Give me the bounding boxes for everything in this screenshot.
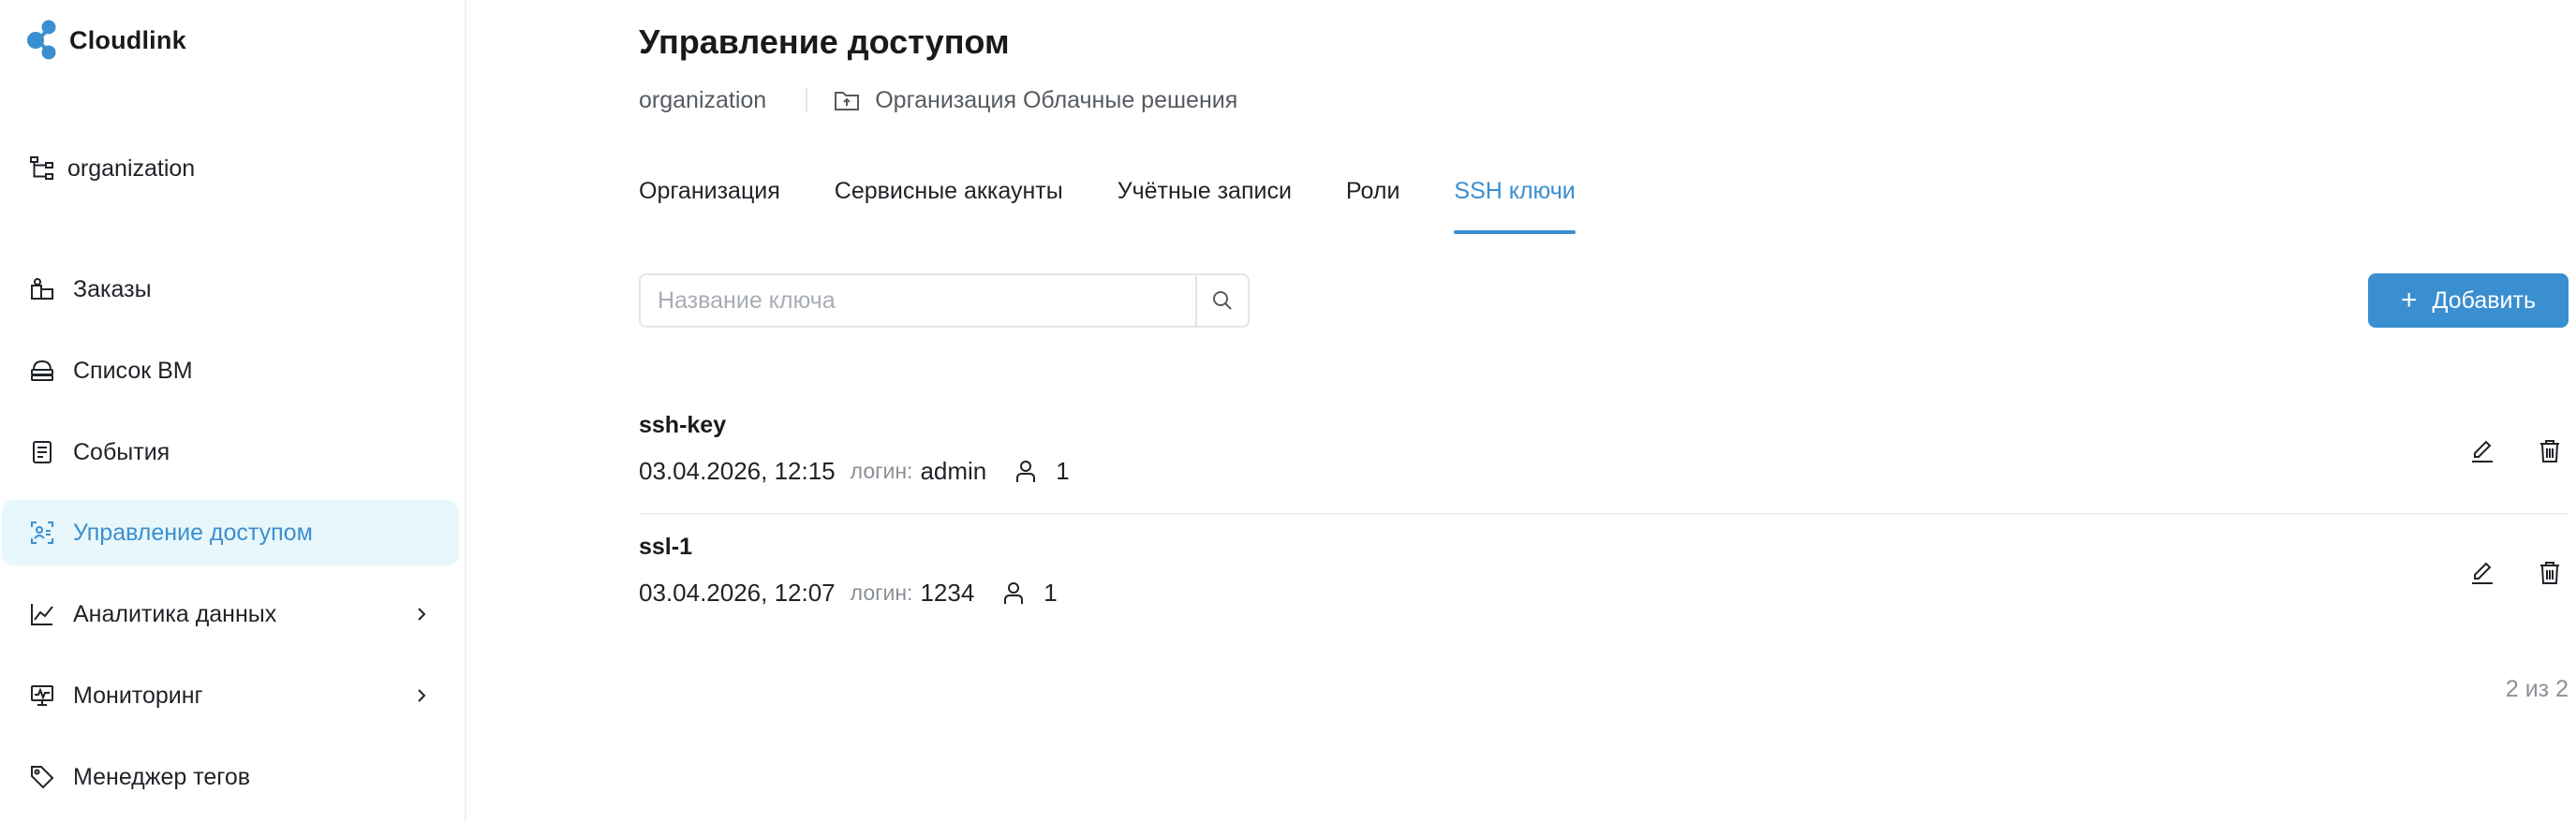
sidebar-item-label: Менеджер тегов [73, 763, 251, 790]
key-date: 03.04.2026, 12:07 [639, 578, 836, 607]
events-icon [28, 438, 56, 466]
key-login: 1234 [920, 578, 975, 607]
ssh-key-list: ssh-key 03.04.2026, 12:15 логин: admin 1 [639, 393, 2569, 633]
add-key-button[interactable]: + Добавить [2368, 273, 2569, 328]
row-actions [2434, 554, 2569, 592]
sidebar-item-label: Управление доступом [73, 519, 313, 546]
tag-icon [28, 763, 56, 791]
access-icon [28, 519, 56, 547]
orders-icon [28, 275, 56, 303]
folder-icon [834, 86, 862, 114]
tab-ssh-keys[interactable]: SSH ключи [1454, 174, 1577, 234]
delete-icon[interactable] [2531, 554, 2569, 592]
search-button[interactable] [1195, 275, 1248, 326]
org-switcher[interactable]: organization [28, 150, 195, 187]
main-content: Управление доступом organization Организ… [639, 0, 2576, 822]
breadcrumb: organization Организация Облачные решени… [639, 84, 1237, 116]
search-input[interactable] [641, 275, 1195, 326]
breadcrumb-divider [806, 88, 808, 112]
row-actions [2434, 433, 2569, 470]
search-icon [1213, 291, 1232, 310]
org-tree-icon [28, 154, 56, 183]
chevron-right-icon [412, 605, 431, 624]
tab-organization[interactable]: Организация [639, 174, 780, 234]
page-title: Управление доступом [639, 22, 1010, 61]
sidebar-item-label: Аналитика данных [73, 600, 277, 627]
sidebar-item-tag-manager[interactable]: Менеджер тегов [2, 744, 459, 810]
app-logo[interactable]: Cloudlink [26, 19, 186, 62]
key-users: 1 [1002, 578, 1058, 608]
key-users: 1 [1014, 456, 1070, 486]
monitoring-icon [28, 682, 56, 710]
sidebar-item-access[interactable]: Управление доступом [2, 500, 459, 565]
key-name: ssh-key [639, 412, 727, 438]
add-button-label: Добавить [2432, 286, 2537, 314]
sidebar-item-monitoring[interactable]: Мониторинг [2, 663, 459, 728]
key-name: ssl-1 [639, 534, 692, 560]
vm-list-icon [28, 357, 56, 385]
login-label: логин: [850, 580, 913, 605]
plus-icon: + [2400, 285, 2418, 316]
key-user-count: 1 [1044, 578, 1058, 607]
org-name: organization [67, 154, 196, 182]
sidebar-item-events[interactable]: События [2, 419, 459, 485]
search-box [639, 273, 1250, 328]
key-user-count: 1 [1056, 456, 1070, 485]
chevron-right-icon [412, 686, 431, 705]
breadcrumb-org[interactable]: organization [639, 87, 766, 114]
sidebar-item-label: События [73, 438, 170, 465]
user-icon [1014, 458, 1041, 484]
tab-service-accounts[interactable]: Сервисные аккаунты [835, 174, 1063, 234]
key-login: admin [920, 456, 987, 485]
analytics-icon [28, 600, 56, 628]
pagination-count: 2 из 2 [2505, 676, 2569, 702]
sidebar-item-analytics[interactable]: Аналитика данных [2, 581, 459, 647]
list-item[interactable]: ssl-1 03.04.2026, 12:07 логин: 1234 1 [639, 513, 2569, 633]
sidebar-item-label: Заказы [73, 275, 152, 302]
login-label: логин: [850, 458, 913, 483]
sidebar-item-orders[interactable]: Заказы [2, 257, 459, 322]
tab-roles[interactable]: Роли [1346, 174, 1399, 234]
key-date: 03.04.2026, 12:15 [639, 456, 836, 485]
breadcrumb-folder[interactable]: Организация Облачные решения [875, 87, 1237, 114]
edit-icon[interactable] [2464, 433, 2501, 470]
sidebar: Cloudlink organization Заказы Список ВМ … [0, 0, 466, 822]
cloudlink-logo-icon [27, 20, 56, 60]
sidebar-item-label: Мониторинг [73, 682, 203, 709]
tab-bar: Организация Сервисные аккаунты Учётные з… [639, 174, 1630, 234]
sidebar-item-vm-list[interactable]: Список ВМ [2, 338, 459, 404]
user-icon [1002, 580, 1029, 606]
delete-icon[interactable] [2531, 433, 2569, 470]
edit-icon[interactable] [2464, 554, 2501, 592]
app-name: Cloudlink [69, 25, 186, 54]
key-meta: 03.04.2026, 12:07 логин: 1234 1 [639, 577, 1058, 609]
list-item[interactable]: ssh-key 03.04.2026, 12:15 логин: admin 1 [639, 393, 2569, 513]
sidebar-item-label: Список ВМ [73, 357, 193, 384]
key-meta: 03.04.2026, 12:15 логин: admin 1 [639, 455, 1070, 487]
tab-accounts[interactable]: Учётные записи [1118, 174, 1292, 234]
